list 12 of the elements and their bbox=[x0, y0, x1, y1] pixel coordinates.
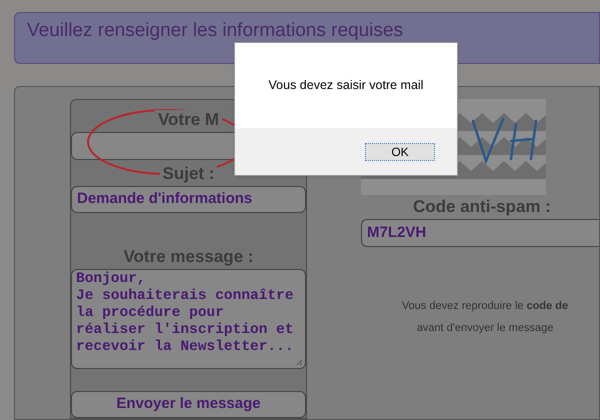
message-textarea[interactable]: Bonjour, Je souhaiterais connaître la procédure pour réaliser l'inscription et recevoir la Newsletter... bbox=[71, 269, 306, 370]
field-label: Sujet : bbox=[160, 164, 218, 184]
ok-button[interactable]: OK bbox=[365, 142, 435, 160]
hint-text: avant d'envoyer le message bbox=[416, 321, 554, 336]
send-button[interactable]: Envoyer le message bbox=[71, 391, 306, 418]
hint-text: Vous devez reproduire le code de bbox=[402, 299, 568, 314]
code-label: Code anti-spam : bbox=[413, 197, 552, 217]
subject-field[interactable]: Demande d'informations bbox=[71, 186, 306, 214]
header-text: Veuillez renseigner les informations requises bbox=[27, 21, 403, 40]
code-field[interactable]: M7L2VH bbox=[361, 219, 599, 247]
dialog-message: Vous devez saisir votre mail bbox=[268, 77, 424, 94]
resize-grip-icon[interactable] bbox=[296, 359, 303, 366]
